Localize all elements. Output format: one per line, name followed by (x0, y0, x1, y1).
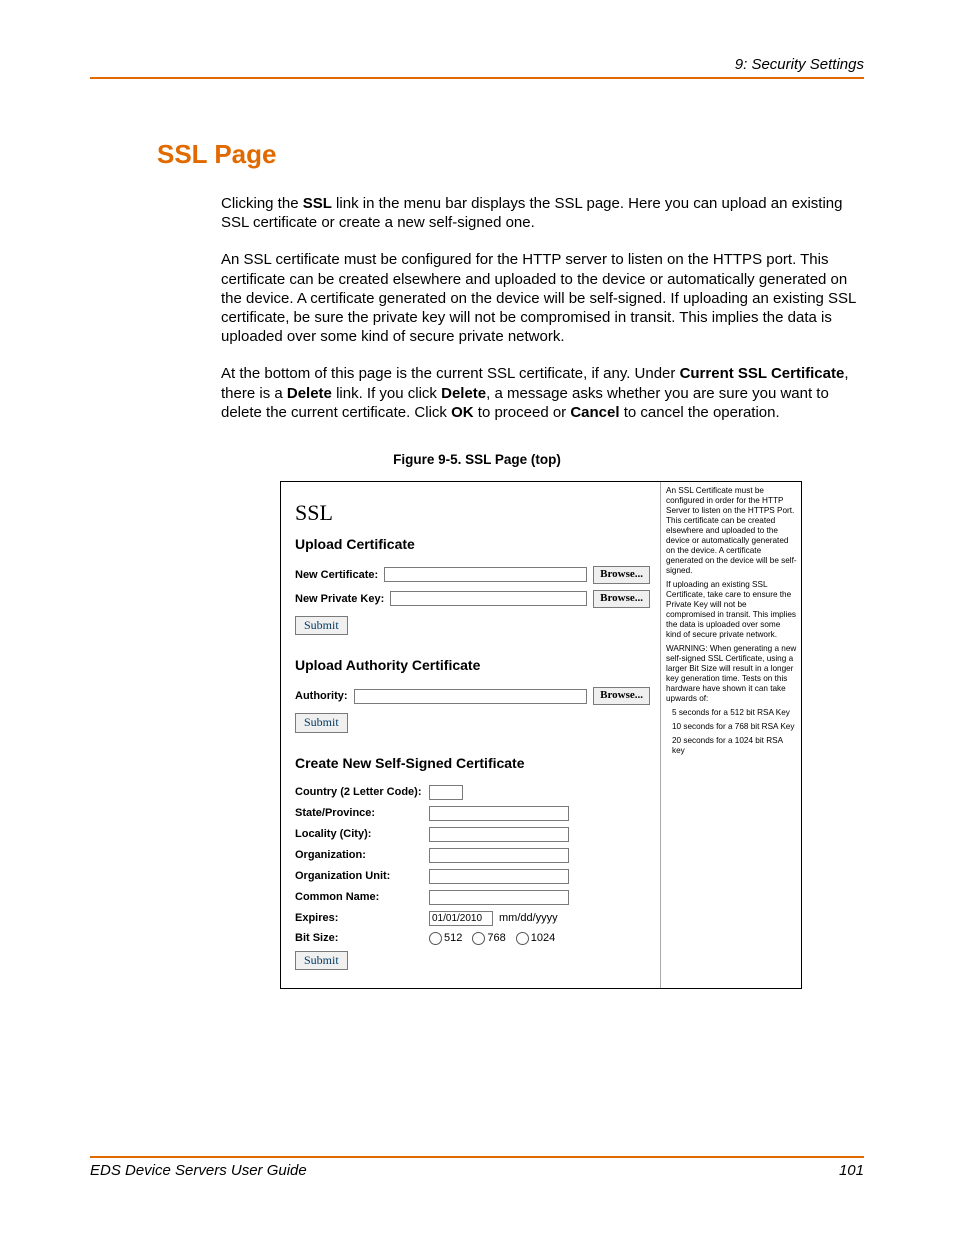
browse-new-cert-button[interactable]: Browse... (593, 566, 650, 584)
radio-768[interactable] (472, 932, 485, 945)
help-text-1: An SSL Certificate must be configured in… (666, 486, 797, 576)
self-signed-grid: Country (2 Letter Code): State/Province:… (295, 785, 650, 945)
footer-rule (90, 1156, 864, 1158)
radio-1024[interactable] (516, 932, 529, 945)
new-key-label: New Private Key: (295, 593, 384, 605)
bitsize-label: Bit Size: (295, 932, 423, 944)
org-input[interactable] (429, 848, 569, 863)
expires-input[interactable] (429, 911, 493, 926)
figure-caption: Figure 9-5. SSL Page (top) (90, 452, 864, 467)
submit-authority-button[interactable]: Submit (295, 713, 348, 732)
state-input[interactable] (429, 806, 569, 821)
header-rule (90, 77, 864, 79)
paragraph-2: An SSL certificate must be configured fo… (221, 250, 864, 346)
ssl-form-panel: SSL Upload Certificate New Certificate: … (281, 482, 660, 988)
help-text-4a: 5 seconds for a 512 bit RSA Key (672, 708, 797, 718)
locality-input[interactable] (429, 827, 569, 842)
body-text: Clicking the SSL link in the menu bar di… (221, 194, 864, 422)
orgunit-label: Organization Unit: (295, 870, 423, 882)
upload-authority-heading: Upload Authority Certificate (295, 657, 650, 673)
bitsize-radios: 512 768 1024 (429, 932, 650, 945)
radio-512[interactable] (429, 932, 442, 945)
new-cert-input[interactable] (384, 567, 587, 582)
page-title: SSL Page (157, 139, 864, 170)
footer-left: EDS Device Servers User Guide (90, 1162, 307, 1179)
expires-hint: mm/dd/yyyy (499, 912, 558, 924)
country-input[interactable] (429, 785, 463, 800)
state-label: State/Province: (295, 807, 423, 819)
new-cert-row: New Certificate: Browse... (295, 566, 650, 584)
help-text-4b: 10 seconds for a 768 bit RSA Key (672, 722, 797, 732)
create-self-signed-heading: Create New Self-Signed Certificate (295, 755, 650, 771)
submit-self-signed-button[interactable]: Submit (295, 951, 348, 970)
submit-upload-cert-button[interactable]: Submit (295, 616, 348, 635)
new-key-row: New Private Key: Browse... (295, 590, 650, 608)
upload-cert-heading: Upload Certificate (295, 536, 650, 552)
locality-label: Locality (City): (295, 828, 423, 840)
ssl-screenshot: SSL Upload Certificate New Certificate: … (280, 481, 802, 989)
help-text-2: If uploading an existing SSL Certificate… (666, 580, 797, 640)
help-text-3: WARNING: When generating a new self-sign… (666, 644, 797, 704)
authority-input[interactable] (354, 689, 588, 704)
authority-row: Authority: Browse... (295, 687, 650, 705)
browse-new-key-button[interactable]: Browse... (593, 590, 650, 608)
authority-label: Authority: (295, 690, 348, 702)
running-header: 9: Security Settings (90, 56, 864, 73)
orgunit-input[interactable] (429, 869, 569, 884)
help-text-4c: 20 seconds for a 1024 bit RSA key (672, 736, 797, 756)
new-cert-label: New Certificate: (295, 569, 378, 581)
page-footer: EDS Device Servers User Guide 101 (90, 1156, 864, 1179)
new-key-input[interactable] (390, 591, 587, 606)
ssl-heading: SSL (295, 500, 650, 526)
cn-input[interactable] (429, 890, 569, 905)
browse-authority-button[interactable]: Browse... (593, 687, 650, 705)
footer-page-number: 101 (839, 1162, 864, 1179)
paragraph-1: Clicking the SSL link in the menu bar di… (221, 194, 864, 232)
country-label: Country (2 Letter Code): (295, 786, 423, 798)
org-label: Organization: (295, 849, 423, 861)
paragraph-3: At the bottom of this page is the curren… (221, 364, 864, 422)
cn-label: Common Name: (295, 891, 423, 903)
expires-label: Expires: (295, 912, 423, 924)
ssl-help-panel: An SSL Certificate must be configured in… (660, 482, 801, 988)
